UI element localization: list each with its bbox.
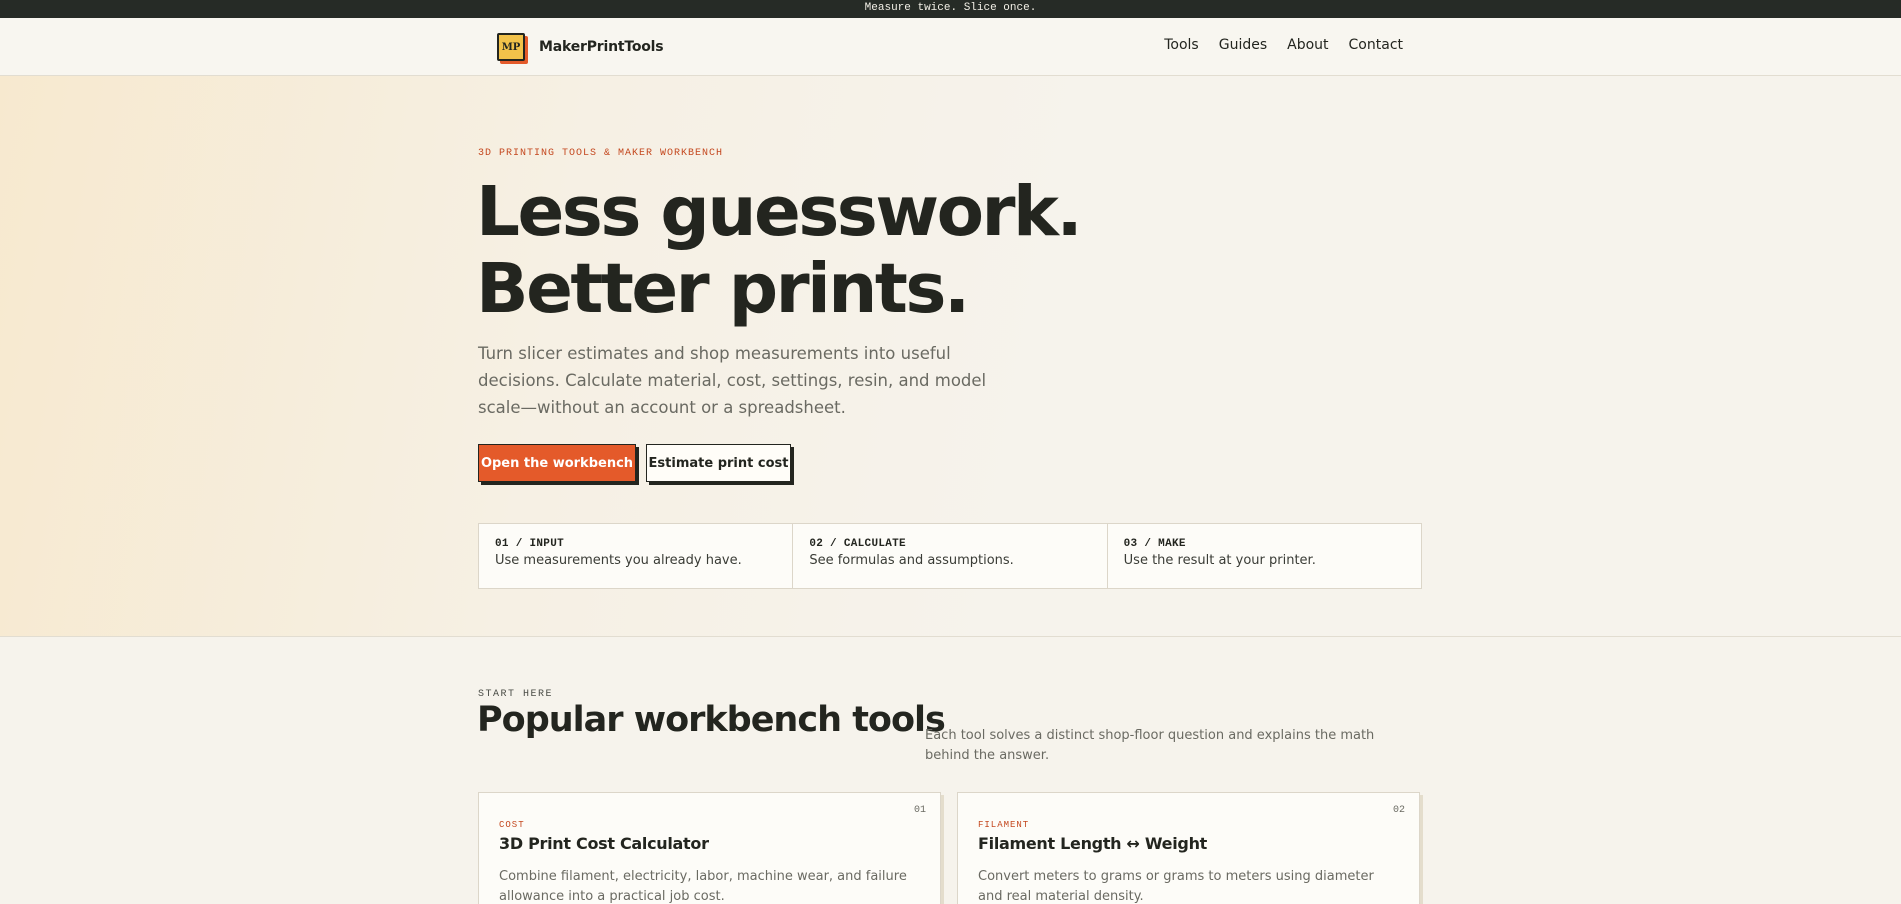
nav-item-about[interactable]: About [1287, 37, 1328, 53]
card-index: 01 [913, 805, 926, 816]
brand-name: MakerPrintTools [539, 39, 664, 55]
hero-lede: Turn slicer estimates and shop measureme… [478, 344, 987, 417]
process-steps: 01 / INPUT Use measurements you already … [478, 523, 1422, 589]
card-title: Filament Length ↔ Weight [978, 834, 1208, 853]
step-calculate: 02 / CALCULATE See formulas and assumpti… [793, 524, 1108, 588]
card-index: 02 [1392, 805, 1405, 816]
card-title: 3D Print Cost Calculator [499, 834, 709, 853]
card-description: Combine filament, electricity, labor, ma… [499, 869, 907, 904]
logo-mark-text: MP [497, 33, 525, 61]
section-eyebrow: START HERE [478, 689, 554, 700]
nav-item-guides[interactable]: Guides [1219, 37, 1267, 53]
headline-line-1: Less guesswork. [476, 172, 1083, 252]
card-tag: COST [499, 820, 525, 830]
tool-card-filament-converter[interactable]: 02 FILAMENT Filament Length ↔ Weight Con… [957, 792, 1420, 904]
step-number: 02 / CALCULATE [809, 538, 906, 550]
step-number: 01 / INPUT [495, 538, 565, 550]
card-description: Convert meters to grams or grams to mete… [978, 869, 1374, 904]
card-tag: FILAMENT [978, 820, 1030, 830]
estimate-cost-button[interactable]: Estimate print cost [646, 444, 791, 482]
nav-item-tools[interactable]: Tools [1164, 37, 1199, 53]
step-input: 01 / INPUT Use measurements you already … [479, 524, 794, 588]
announcement-bar: Measure twice. Slice once. [0, 0, 1901, 18]
hero-eyebrow: 3D PRINTING TOOLS & MAKER WORKBENCH [478, 148, 724, 159]
site-header: MP MakerPrintTools Tools Guides About Co… [0, 18, 1901, 76]
brand-link[interactable]: MP MakerPrintTools [497, 33, 664, 64]
step-make: 03 / MAKE Use the result at your printer… [1108, 524, 1421, 588]
open-workbench-button[interactable]: Open the workbench [478, 444, 636, 482]
headline-line-2: Better prints. [476, 249, 970, 329]
nav-item-contact[interactable]: Contact [1349, 37, 1403, 53]
step-text: Use measurements you already have. [495, 553, 742, 568]
logo-icon: MP [497, 33, 528, 64]
announcement-text: Measure twice. Slice once. [864, 2, 1037, 14]
hero-headline: Less guesswork. Better prints. [476, 172, 1083, 329]
step-text: See formulas and assumptions. [809, 553, 1014, 568]
step-text: Use the result at your printer. [1123, 553, 1316, 568]
section-description: Each tool solves a distinct shop-floor q… [925, 728, 1375, 763]
section-title: Popular workbench tools [477, 700, 946, 740]
step-number: 03 / MAKE [1123, 538, 1186, 550]
tool-card-cost-calculator[interactable]: 01 COST 3D Print Cost Calculator Combine… [478, 792, 941, 904]
main-nav: Tools Guides About Contact [1164, 37, 1403, 53]
